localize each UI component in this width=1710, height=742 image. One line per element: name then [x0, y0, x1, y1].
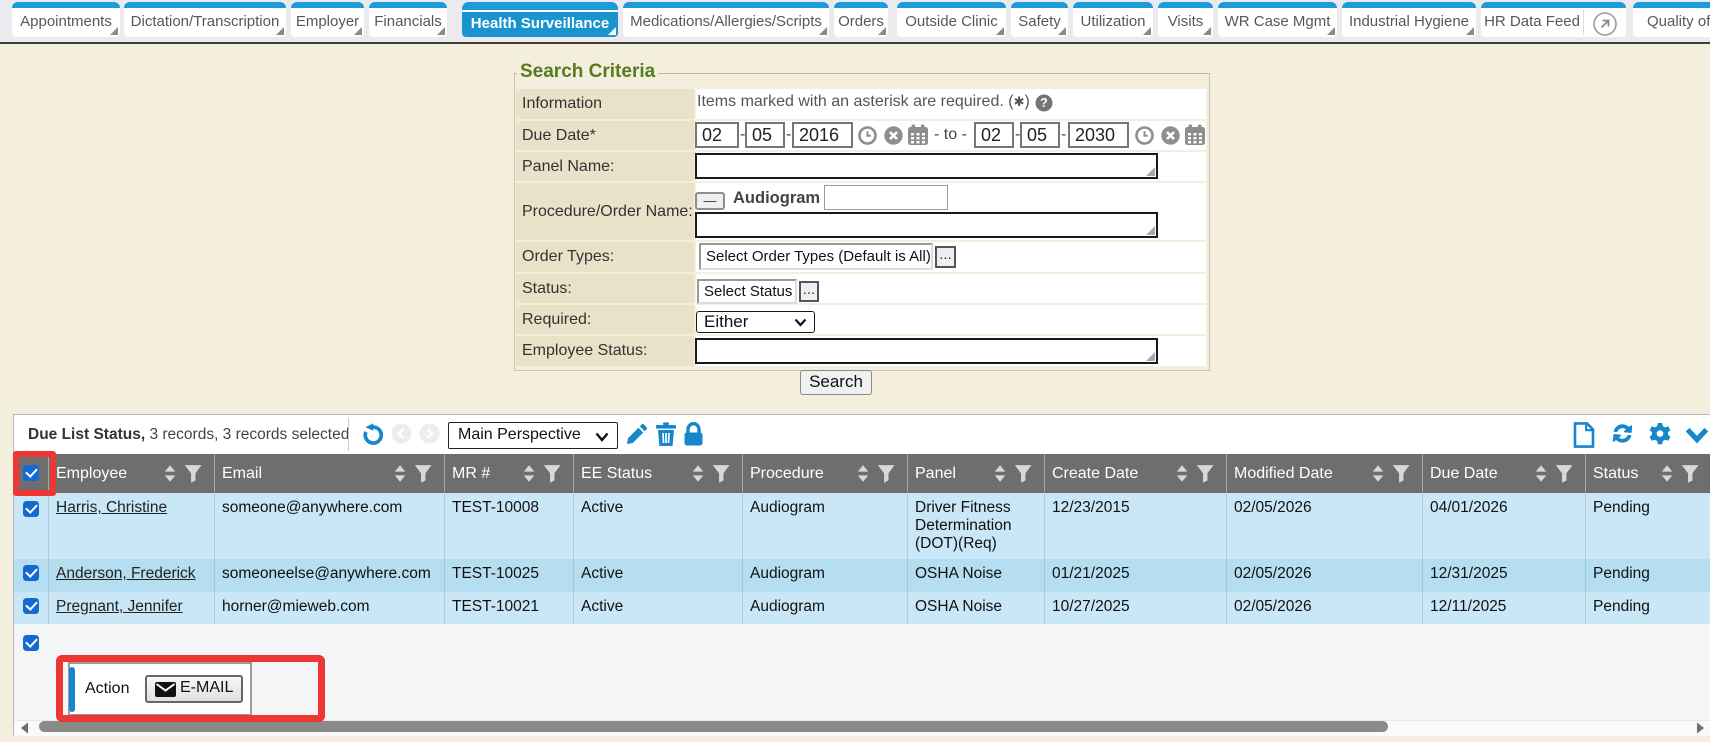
svg-text:?: ?: [1040, 96, 1048, 110]
